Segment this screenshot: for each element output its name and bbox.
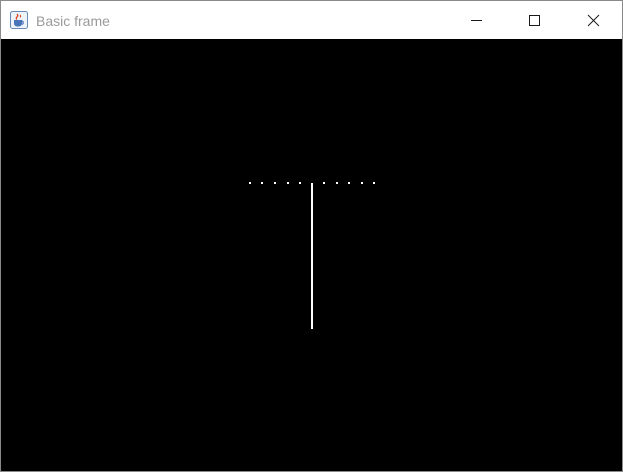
java-coffee-cup-icon[interactable] <box>10 11 28 29</box>
canvas-drawing <box>249 182 375 329</box>
dot <box>299 182 301 184</box>
dot <box>361 182 363 184</box>
maximize-icon <box>529 15 540 26</box>
window-title: Basic frame <box>36 13 110 29</box>
minimize-button[interactable] <box>447 1 505 39</box>
app-window: Basic frame <box>0 0 623 472</box>
dot <box>261 182 263 184</box>
dot <box>373 182 375 184</box>
vertical-line <box>311 183 313 329</box>
minimize-icon <box>471 20 482 21</box>
dot <box>274 182 276 184</box>
dot <box>323 182 325 184</box>
close-button[interactable] <box>564 1 622 39</box>
dot <box>336 182 338 184</box>
dot <box>287 182 289 184</box>
drawing-canvas[interactable] <box>1 39 622 471</box>
dot <box>348 182 350 184</box>
dot <box>249 182 251 184</box>
title-bar[interactable]: Basic frame <box>1 1 622 39</box>
maximize-button[interactable] <box>505 1 563 39</box>
close-icon <box>587 14 600 27</box>
